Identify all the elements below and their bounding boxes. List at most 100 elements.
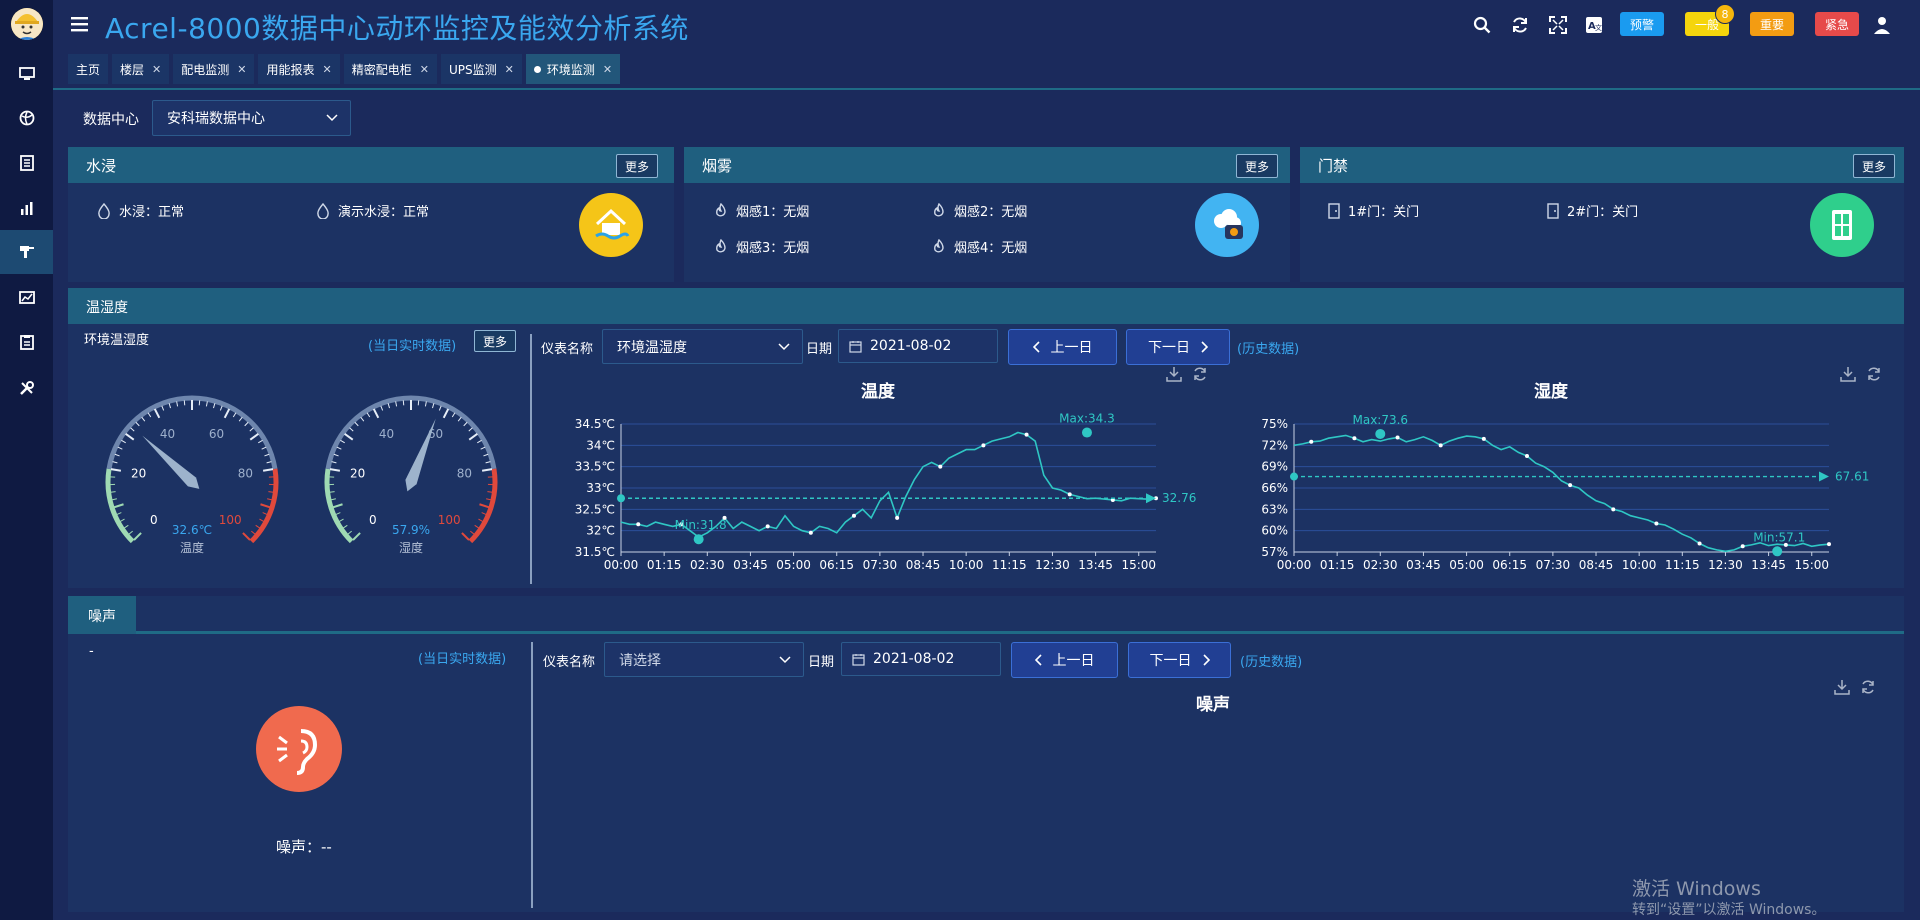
bar-chart-icon bbox=[20, 202, 32, 215]
th-more-button[interactable]: 更多 bbox=[474, 330, 517, 352]
noise-history-link[interactable]: (历史数据) bbox=[1240, 651, 1302, 670]
y-tick-label: 69% bbox=[1261, 460, 1288, 474]
sidebar-item-report[interactable] bbox=[0, 275, 53, 319]
noise-next-day-button[interactable]: 下一日 bbox=[1128, 642, 1231, 678]
level-warning-button[interactable]: 预警 bbox=[1620, 12, 1664, 36]
tab-environment-monitoring[interactable]: 环境监测 ✕ bbox=[525, 54, 621, 84]
gauge-tick-label: 20 bbox=[350, 467, 365, 481]
noise-meter-select[interactable]: 请选择 bbox=[604, 642, 804, 677]
language-icon[interactable]: A文 bbox=[1583, 14, 1605, 36]
tab-precision-cabinet[interactable]: 精密配电柜 ✕ bbox=[343, 54, 437, 84]
tab-close-icon[interactable]: ✕ bbox=[237, 63, 246, 76]
noise-prev-day-button[interactable]: 上一日 bbox=[1011, 642, 1118, 678]
x-tick-label: 07:30 bbox=[863, 558, 898, 572]
data-center-select[interactable]: 安科瑞数据中心 bbox=[152, 100, 351, 136]
series-point bbox=[1352, 436, 1357, 441]
th-next-day-button[interactable]: 下一日 bbox=[1126, 329, 1230, 365]
gauge-tick bbox=[463, 421, 468, 427]
door-sensor-label: 2#门：关门 bbox=[1567, 205, 1639, 220]
tab-close-icon[interactable]: ✕ bbox=[505, 63, 514, 76]
noise-realtime-link[interactable]: (当日实时数据) bbox=[418, 648, 506, 667]
tools-icon bbox=[19, 381, 34, 395]
flame-icon bbox=[934, 202, 944, 216]
level-important-button[interactable]: 重要 bbox=[1750, 12, 1794, 36]
refresh-icon[interactable] bbox=[1860, 679, 1876, 695]
menu-toggle-icon[interactable] bbox=[71, 16, 88, 32]
sidebar-item-document[interactable] bbox=[0, 141, 53, 185]
th-section-title: 温湿度 bbox=[86, 300, 128, 316]
fullscreen-icon[interactable] bbox=[1547, 14, 1569, 36]
noise-date-picker[interactable]: 2021-08-02 bbox=[841, 642, 1001, 676]
tab-home[interactable]: 主页 bbox=[68, 54, 109, 84]
gauge-tick bbox=[232, 412, 237, 418]
gauge-tick-label: 0 bbox=[369, 513, 377, 527]
gauge-tick bbox=[259, 518, 265, 522]
mean-arrow bbox=[1146, 493, 1156, 504]
flame-icon bbox=[716, 202, 726, 216]
tab-floor[interactable]: 楼层 ✕ bbox=[112, 54, 170, 84]
mean-label: 67.61 bbox=[1835, 470, 1869, 484]
gauge-tick-label: 20 bbox=[131, 467, 146, 481]
th-date-picker[interactable]: 2021-08-02 bbox=[838, 329, 998, 363]
tab-ups-monitoring[interactable]: UPS监测 ✕ bbox=[440, 54, 522, 84]
tab-close-icon[interactable]: ✕ bbox=[323, 63, 332, 76]
flame-icon bbox=[716, 238, 726, 252]
door-sensor-2: 2#门：关门 bbox=[1547, 201, 1638, 220]
water-more-button[interactable]: 更多 bbox=[616, 154, 659, 178]
refresh-icon[interactable] bbox=[1866, 366, 1882, 382]
user-icon[interactable] bbox=[1871, 14, 1893, 36]
search-icon[interactable] bbox=[1471, 14, 1493, 36]
gauge-tick bbox=[395, 401, 398, 407]
sidebar-item-globe[interactable] bbox=[0, 96, 53, 140]
series-point bbox=[1067, 492, 1072, 497]
series-point bbox=[1024, 432, 1029, 437]
noise-meter-label: 仪表名称 bbox=[543, 655, 596, 670]
gauge-tick bbox=[485, 461, 491, 464]
th-history-link[interactable]: (历史数据) bbox=[1237, 338, 1299, 357]
smoke-more-button[interactable]: 更多 bbox=[1236, 154, 1279, 178]
gauge-tick bbox=[117, 446, 123, 450]
download-icon[interactable] bbox=[1840, 366, 1856, 382]
gauge-tick bbox=[332, 503, 343, 509]
th-section-header: 温湿度 bbox=[68, 288, 1904, 324]
gauge-tick bbox=[329, 468, 341, 472]
gauge-tick bbox=[260, 503, 271, 509]
gauge-tick bbox=[123, 524, 129, 529]
user-avatar[interactable] bbox=[11, 8, 43, 40]
gauge-value-label: 32.6℃ bbox=[172, 523, 212, 537]
gauge-tick-label: 80 bbox=[457, 467, 472, 481]
gauge-tick bbox=[114, 453, 120, 457]
tab-energy-report[interactable]: 用能报表 ✕ bbox=[258, 54, 340, 84]
x-tick-label: 02:30 bbox=[690, 558, 725, 572]
water-flood-icon bbox=[579, 193, 643, 257]
download-icon[interactable] bbox=[1834, 679, 1850, 695]
download-icon[interactable] bbox=[1166, 366, 1182, 382]
min-label: Min:57.1 bbox=[1753, 530, 1805, 544]
gauge-tick bbox=[481, 468, 493, 472]
gauge-tick bbox=[481, 512, 487, 516]
tab-close-icon[interactable]: ✕ bbox=[152, 63, 161, 76]
noise-tab[interactable]: 噪声 bbox=[68, 596, 136, 634]
door-more-button[interactable]: 更多 bbox=[1853, 154, 1896, 178]
mean-label: 32.76 bbox=[1162, 491, 1196, 505]
noise-divider bbox=[531, 642, 533, 908]
sidebar-item-clipboard[interactable] bbox=[0, 320, 53, 364]
tab-close-icon[interactable]: ✕ bbox=[603, 63, 612, 76]
th-meter-select[interactable]: 环境温湿度 bbox=[602, 329, 803, 364]
level-urgent-button[interactable]: 紧急 bbox=[1815, 12, 1859, 36]
refresh-icon[interactable] bbox=[1192, 366, 1208, 382]
refresh-icon[interactable] bbox=[1509, 14, 1531, 36]
tab-power-monitoring[interactable]: 配电监测 ✕ bbox=[173, 54, 255, 84]
th-prev-day-button[interactable]: 上一日 bbox=[1008, 329, 1117, 365]
th-divider bbox=[530, 334, 532, 584]
level-normal-button[interactable]: 一般 8 bbox=[1685, 4, 1735, 36]
x-tick-label: 13:45 bbox=[1751, 558, 1786, 572]
sidebar-item-environment[interactable] bbox=[0, 230, 53, 274]
sidebar-item-tools[interactable] bbox=[0, 366, 53, 410]
series-point bbox=[1309, 439, 1314, 444]
sidebar-item-monitor[interactable] bbox=[0, 52, 53, 96]
tab-close-icon[interactable]: ✕ bbox=[420, 63, 429, 76]
gauge-tick bbox=[349, 427, 354, 432]
prev-day-label: 上一日 bbox=[1050, 340, 1093, 356]
sidebar-item-chart[interactable] bbox=[0, 186, 53, 230]
